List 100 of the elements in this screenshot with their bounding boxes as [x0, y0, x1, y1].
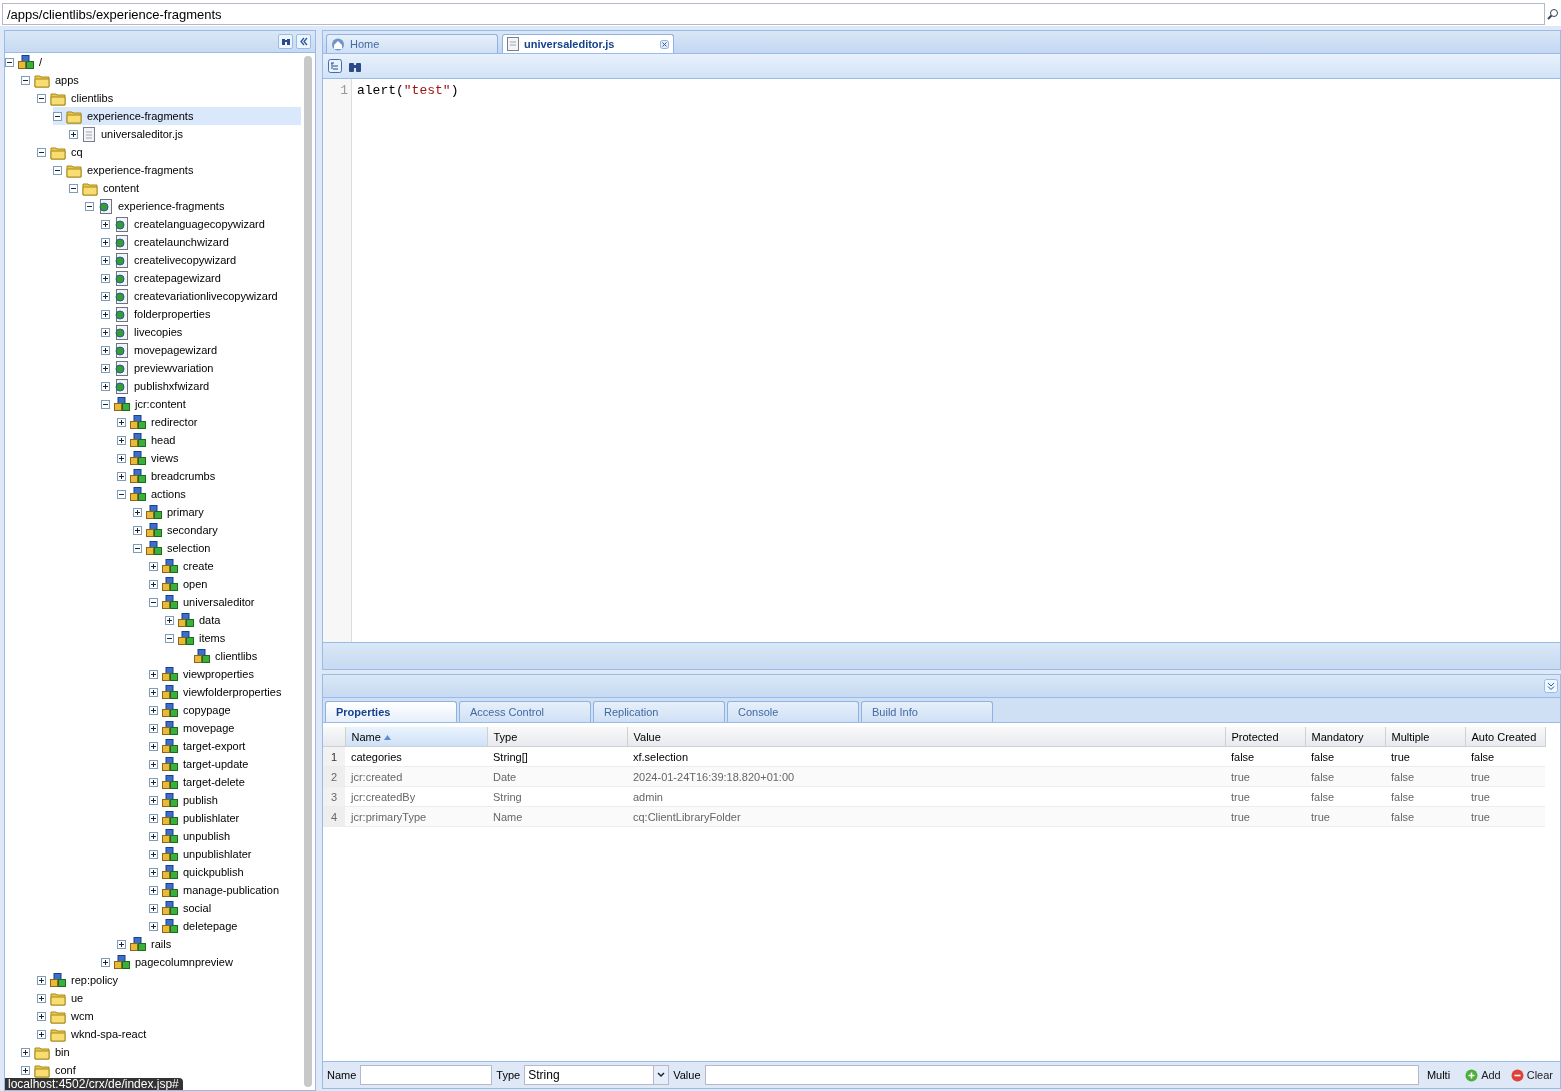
collapse-toggle[interactable] — [21, 75, 30, 85]
tree-node[interactable]: wcm — [70, 1009, 95, 1023]
tree-node[interactable]: create — [182, 559, 215, 573]
expand-toggle[interactable] — [133, 525, 142, 535]
tree-node[interactable]: deletepage — [182, 919, 239, 933]
expand-toggle[interactable] — [149, 795, 158, 805]
tree-node[interactable]: jcr:content — [134, 397, 187, 411]
tree-node[interactable]: createvariationlivecopywizard — [133, 289, 279, 303]
expand-toggle[interactable] — [101, 957, 110, 967]
tree-node[interactable]: views — [150, 451, 180, 465]
collapse-toggle[interactable] — [37, 93, 46, 103]
editor-tab[interactable]: Home — [326, 34, 498, 53]
expand-toggle[interactable] — [149, 561, 158, 571]
tree-node[interactable]: data — [198, 613, 222, 627]
tree-node[interactable]: publishxfwizard — [133, 379, 211, 393]
tree-node[interactable]: createpagewizard — [133, 271, 222, 285]
tree-node[interactable]: bin — [54, 1045, 71, 1059]
tree-node[interactable]: cq — [70, 145, 84, 159]
tree-node[interactable]: actions — [150, 487, 187, 501]
tree-node[interactable]: social — [182, 901, 213, 915]
column-header[interactable]: Protected — [1225, 727, 1305, 747]
expand-toggle[interactable] — [37, 993, 46, 1003]
expand-toggle[interactable] — [117, 453, 126, 463]
tree-node[interactable]: quickpublish — [182, 865, 245, 879]
panel-tab[interactable]: Console — [727, 701, 859, 722]
column-header[interactable]: Auto Created — [1465, 727, 1545, 747]
collapse-toggle[interactable] — [69, 183, 78, 193]
tree-node[interactable]: clientlibs — [70, 91, 115, 105]
collapse-toggle[interactable] — [165, 633, 174, 643]
tree-node[interactable]: createlaunchwizard — [133, 235, 230, 249]
tree-node[interactable]: target-delete — [182, 775, 246, 789]
expand-toggle[interactable] — [149, 831, 158, 841]
tree-node[interactable]: / — [38, 55, 44, 69]
tree-node[interactable]: rep:policy — [70, 973, 120, 987]
tree-node[interactable]: unpublishlater — [182, 847, 253, 861]
tree-node[interactable]: experience-fragments — [86, 163, 195, 177]
expand-toggle[interactable] — [101, 291, 110, 301]
expand-toggle[interactable] — [149, 669, 158, 679]
panel-tab[interactable]: Properties — [325, 701, 457, 722]
tree-node[interactable]: primary — [166, 505, 205, 519]
expand-toggle[interactable] — [149, 723, 158, 733]
expand-toggle[interactable] — [37, 1029, 46, 1039]
expand-toggle[interactable] — [37, 1011, 46, 1021]
expand-toggle[interactable] — [37, 975, 46, 985]
collapse-toggle[interactable] — [133, 543, 142, 553]
close-icon[interactable] — [660, 39, 669, 49]
expand-toggle[interactable] — [165, 615, 174, 625]
collapse-toggle[interactable] — [117, 489, 126, 499]
tree-node[interactable]: experience-fragments — [117, 199, 226, 213]
tree-node[interactable]: unpublish — [182, 829, 232, 843]
expand-toggle[interactable] — [101, 273, 110, 283]
expand-toggle[interactable] — [133, 507, 142, 517]
tree-node[interactable]: createlanguagecopywizard — [133, 217, 266, 231]
tree-node[interactable]: previewvariation — [133, 361, 215, 375]
editor-tab[interactable]: universaleditor.js — [502, 34, 674, 53]
tree-node[interactable]: movepagewizard — [133, 343, 219, 357]
path-field[interactable]: /apps/clientlibs/experience-fragments — [2, 3, 1545, 25]
collapse-toggle[interactable] — [85, 201, 94, 211]
outline-icon[interactable] — [328, 59, 342, 73]
tree-node[interactable]: clientlibs — [214, 649, 259, 663]
expand-toggle[interactable] — [149, 759, 158, 769]
expand-toggle[interactable] — [149, 885, 158, 895]
tree-node[interactable]: pagecolumnpreview — [134, 955, 234, 969]
collapse-icon[interactable] — [1544, 679, 1558, 693]
tree-node[interactable]: target-export — [182, 739, 247, 753]
panel-tab[interactable]: Build Info — [861, 701, 993, 722]
tree-node[interactable]: publish — [182, 793, 219, 807]
expand-toggle[interactable] — [117, 471, 126, 481]
tree-node[interactable]: universaleditor — [182, 595, 256, 609]
tree-node[interactable]: manage-publication — [182, 883, 280, 897]
tree-node[interactable]: ue — [70, 991, 85, 1005]
expand-toggle[interactable] — [101, 381, 110, 391]
expand-toggle[interactable] — [149, 741, 158, 751]
expand-toggle[interactable] — [149, 579, 158, 589]
scrollbar[interactable] — [304, 56, 312, 1087]
collapse-toggle[interactable] — [53, 111, 62, 121]
tree-node[interactable]: livecopies — [133, 325, 184, 339]
tree-node[interactable]: viewproperties — [182, 667, 255, 681]
tree-node[interactable]: wknd-spa-react — [70, 1027, 148, 1041]
clear-button[interactable]: Clear — [1507, 1068, 1556, 1082]
expand-toggle[interactable] — [149, 813, 158, 823]
column-header[interactable]: Value — [627, 727, 1225, 747]
tree-node[interactable]: movepage — [182, 721, 236, 735]
expand-toggle[interactable] — [117, 435, 126, 445]
column-header[interactable]: Type — [487, 727, 627, 747]
tree-node[interactable]: copypage — [182, 703, 232, 717]
expand-toggle[interactable] — [101, 219, 110, 229]
expand-toggle[interactable] — [149, 867, 158, 877]
collapse-toggle[interactable] — [101, 399, 110, 409]
collapse-toggle[interactable] — [5, 57, 14, 67]
expand-toggle[interactable] — [149, 705, 158, 715]
expand-toggle[interactable] — [21, 1065, 30, 1075]
expand-toggle[interactable] — [101, 363, 110, 373]
tree-node[interactable]: createlivecopywizard — [133, 253, 238, 267]
expand-toggle[interactable] — [101, 309, 110, 319]
value-field[interactable] — [704, 1065, 1419, 1085]
expand-toggle[interactable] — [149, 777, 158, 787]
tree-node[interactable]: head — [150, 433, 177, 447]
tree-node[interactable]: selection — [166, 541, 212, 555]
expand-toggle[interactable] — [149, 849, 158, 859]
